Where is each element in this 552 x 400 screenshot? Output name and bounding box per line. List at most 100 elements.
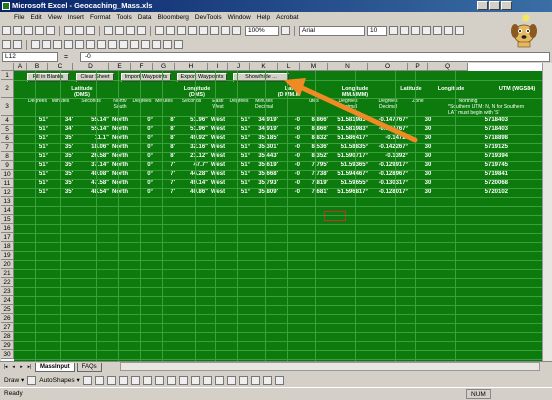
data-cell[interactable]: West: [208, 143, 228, 152]
data-cell[interactable]: 5719745: [448, 161, 508, 170]
eraser-icon[interactable]: [13, 40, 22, 49]
data-cell[interactable]: 30: [408, 125, 448, 134]
row-header[interactable]: 27: [1, 323, 14, 332]
column-header[interactable]: B: [27, 63, 48, 71]
data-cell[interactable]: 8': [153, 152, 175, 161]
data-cell[interactable]: North: [109, 152, 131, 161]
data-cell[interactable]: 0°: [131, 134, 153, 143]
maximize-button[interactable]: [489, 1, 500, 10]
data-cell[interactable]: 51°: [27, 116, 48, 125]
row-header[interactable]: 18: [1, 242, 14, 251]
italic-icon[interactable]: [400, 26, 409, 35]
data-cell[interactable]: 5719125: [448, 143, 508, 152]
data-cell[interactable]: North: [109, 143, 131, 152]
data-cell[interactable]: 30: [408, 188, 448, 197]
row-header[interactable]: 14: [1, 206, 14, 215]
column-header[interactable]: I: [208, 63, 228, 71]
tool-8-icon[interactable]: [108, 40, 117, 49]
row-header[interactable]: 29: [1, 341, 14, 350]
column-header[interactable]: O: [368, 63, 408, 71]
data-cell[interactable]: -0: [278, 116, 300, 125]
data-cell[interactable]: 7': [153, 170, 175, 179]
data-cell[interactable]: 30: [408, 134, 448, 143]
data-cell[interactable]: 51°: [27, 161, 48, 170]
selected-cell-l12[interactable]: [324, 211, 346, 221]
data-cell[interactable]: 55.14": [73, 125, 109, 134]
next-sheet-icon[interactable]: ▸: [18, 364, 25, 371]
data-cell[interactable]: 30: [408, 161, 448, 170]
column-header[interactable]: F: [131, 63, 153, 71]
data-cell[interactable]: West: [208, 161, 228, 170]
data-cell[interactable]: 7.738': [300, 170, 328, 179]
row-header[interactable]: 30: [1, 350, 14, 359]
tool-7-icon[interactable]: [97, 40, 106, 49]
data-cell[interactable]: 40.86": [175, 188, 208, 197]
row-header[interactable]: 20: [1, 260, 14, 269]
data-cell[interactable]: 51°: [228, 116, 250, 125]
column-header[interactable]: Q: [428, 63, 468, 71]
data-cell[interactable]: 0°: [131, 152, 153, 161]
data-cell[interactable]: 51.594467°: [328, 170, 368, 179]
data-cell[interactable]: North: [109, 179, 131, 188]
data-cell[interactable]: 44.28": [175, 170, 208, 179]
data-cell[interactable]: 51°: [228, 125, 250, 134]
data-cell[interactable]: 8': [153, 134, 175, 143]
menu-tools[interactable]: Tools: [117, 14, 132, 21]
data-cell[interactable]: 21.12": [175, 152, 208, 161]
name-box[interactable]: L12: [2, 52, 58, 62]
data-cell[interactable]: 8.536': [300, 143, 328, 152]
row-header[interactable]: 2: [1, 80, 14, 98]
data-cell[interactable]: -0.1392°: [368, 152, 408, 161]
prev-sheet-icon[interactable]: ◂: [10, 364, 17, 371]
data-cell[interactable]: 7': [153, 161, 175, 170]
menu-help[interactable]: Help: [257, 14, 270, 21]
data-cell[interactable]: 51.586417°: [328, 134, 368, 143]
column-header[interactable]: J: [228, 63, 250, 71]
data-cell[interactable]: 0°: [131, 125, 153, 134]
column-header[interactable]: E: [109, 63, 131, 71]
data-cell[interactable]: 51.596817°: [328, 188, 368, 197]
row-header[interactable]: 19: [1, 251, 14, 260]
align-right-icon[interactable]: [444, 26, 453, 35]
data-cell[interactable]: 8': [153, 125, 175, 134]
data-cell[interactable]: 47.58": [73, 179, 109, 188]
data-cell[interactable]: 26.58": [73, 152, 109, 161]
data-cell[interactable]: 11.1": [73, 134, 109, 143]
data-cell[interactable]: 8.866': [300, 125, 328, 134]
data-cell[interactable]: 30: [408, 152, 448, 161]
spelling-icon[interactable]: [86, 26, 95, 35]
line-icon[interactable]: [82, 375, 92, 385]
menu-file[interactable]: File: [14, 14, 24, 21]
data-cell[interactable]: 51°: [27, 134, 48, 143]
column-header[interactable]: D: [73, 63, 109, 71]
data-cell[interactable]: -0.129917°: [368, 161, 408, 170]
tool-6-icon[interactable]: [86, 40, 95, 49]
data-cell[interactable]: 37.14": [73, 161, 109, 170]
tab-faqs[interactable]: FAQs: [76, 362, 102, 372]
row-header[interactable]: 5: [1, 125, 14, 134]
data-cell[interactable]: -0: [278, 134, 300, 143]
row-header[interactable]: 10: [1, 170, 14, 179]
data-cell[interactable]: 51°: [27, 179, 48, 188]
column-header[interactable]: P: [408, 63, 428, 71]
row-header[interactable]: 1: [1, 71, 14, 80]
data-cell[interactable]: -0: [278, 161, 300, 170]
row-header[interactable]: 23: [1, 287, 14, 296]
data-cell[interactable]: 51°: [228, 179, 250, 188]
data-cell[interactable]: 30: [408, 179, 448, 188]
data-cell[interactable]: 32.16": [175, 143, 208, 152]
copy-icon[interactable]: [115, 26, 124, 35]
data-cell[interactable]: 49.14": [175, 179, 208, 188]
row-header[interactable]: 25: [1, 305, 14, 314]
tool-13-icon[interactable]: [163, 40, 172, 49]
data-cell[interactable]: 51.581983°: [328, 116, 368, 125]
merge-icon[interactable]: [455, 26, 464, 35]
horizontal-scrollbar[interactable]: [120, 362, 540, 371]
data-cell[interactable]: 51.590717°: [328, 152, 368, 161]
data-cell[interactable]: West: [208, 116, 228, 125]
3d-icon[interactable]: [274, 375, 284, 385]
fill-color-icon[interactable]: [190, 375, 200, 385]
data-cell[interactable]: North: [109, 170, 131, 179]
pencil-icon[interactable]: [2, 40, 11, 49]
data-cell[interactable]: -0: [278, 152, 300, 161]
